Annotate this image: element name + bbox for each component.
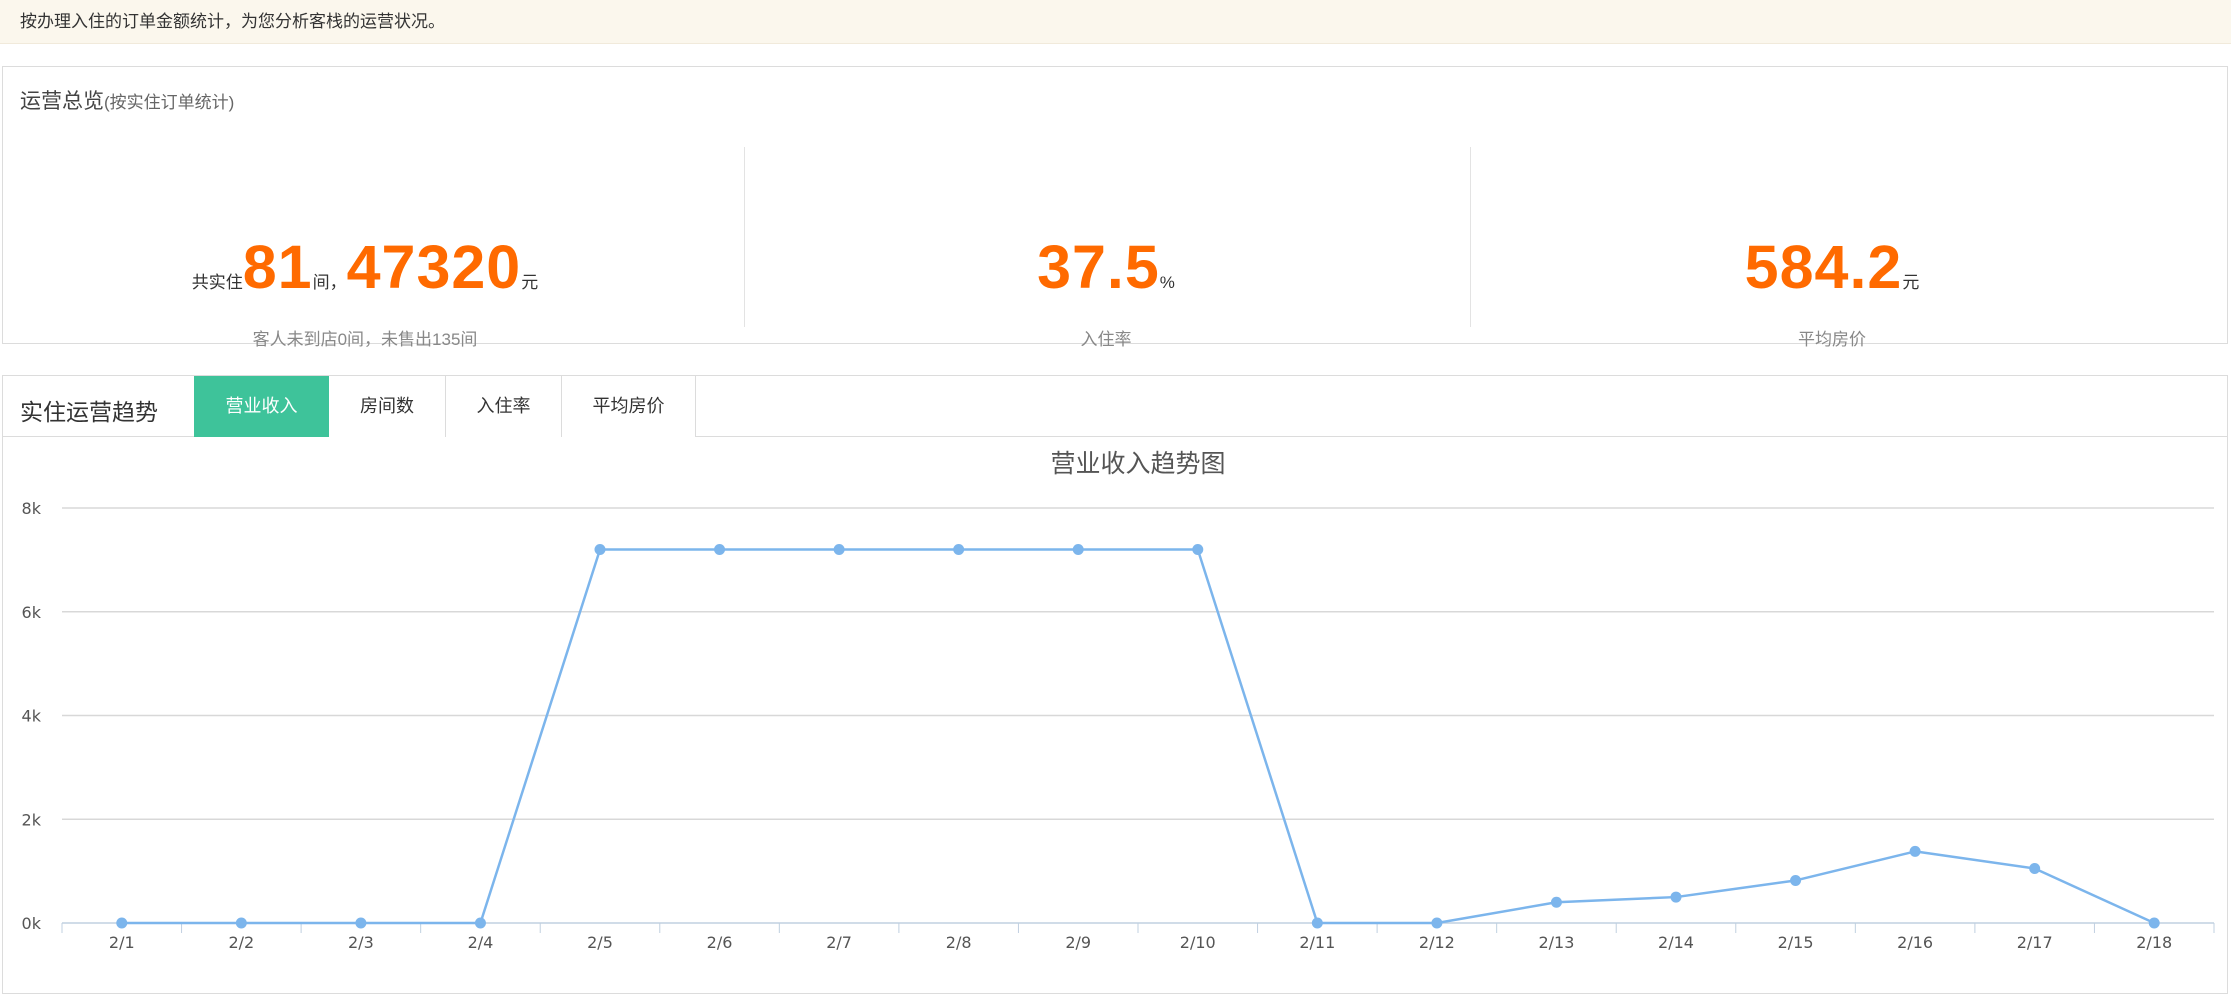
stat-occupied-caption: 客人未到店0间，未售出135间 [252, 330, 478, 349]
trend-panel: 实住运营趋势 营业收入 房间数 入住率 平均房价 营业收入趋势图 0k 2k 4k 6k… [2, 375, 2228, 994]
x-tick-label: 2/4 [468, 933, 494, 952]
y-tick-label: 2k [22, 810, 42, 829]
data-point [953, 544, 965, 555]
y-tick-label: 6k [22, 603, 42, 622]
stat-occupied-rooms-value: 81 [242, 233, 313, 301]
data-point [1670, 891, 1682, 903]
stat-occupancy-main: 37.5% [744, 232, 1468, 302]
x-tick-label: 2/1 [109, 933, 135, 952]
data-point [833, 544, 845, 555]
data-point [714, 544, 726, 555]
x-tick-label: 2/7 [826, 933, 852, 952]
x-tick-label: 2/16 [1897, 933, 1933, 952]
stat-average-caption: 平均房价 [1798, 330, 1866, 349]
stat-occupied-rooms: 共实住81间，47320元 客人未到店0间，未售出135间 [3, 147, 727, 349]
stat-occupied-prefix: 共实住 [191, 273, 243, 292]
x-tick-label: 2/13 [1538, 933, 1574, 952]
data-point [116, 917, 128, 929]
x-tick-label: 2/9 [1065, 933, 1091, 952]
x-tick-label: 2/10 [1180, 933, 1216, 952]
stat-occupancy-value: 37.5 [1037, 233, 1160, 301]
revenue-trend-chart: 营业收入趋势图 0k 2k 4k 6k 8k 2/1 2/2 2/3 2/4 2/5 2/6 2/7 2/… [22, 449, 2215, 952]
x-tick-label: 2/3 [348, 933, 374, 952]
x-tick-label: 2/8 [946, 933, 972, 952]
stat-average-price: 584.2元 平均房价 [1470, 147, 2194, 349]
overview-subtitle: (按实住订单统计) [104, 93, 235, 112]
stat-average-main: 584.2元 [1470, 232, 2194, 302]
stat-average-value: 584.2 [1744, 233, 1903, 301]
stat-occupancy-unit: % [1159, 273, 1175, 292]
notice-text: 按办理入住的订单金额统计，为您分析客栈的运营状况。 [20, 12, 445, 31]
series-line [121, 548, 2155, 925]
x-tick-label: 2/5 [587, 933, 613, 952]
x-tick-label: 2/17 [2017, 933, 2053, 952]
data-point [2148, 917, 2160, 929]
data-point [1311, 917, 1323, 929]
data-point [1192, 544, 1204, 555]
x-tick-label: 2/6 [707, 933, 733, 952]
data-point [1550, 896, 1562, 908]
chart-title: 营业收入趋势图 [1050, 449, 1225, 478]
data-point [1072, 544, 1084, 555]
data-point [1909, 845, 1921, 857]
data-point [1790, 874, 1802, 886]
overview-title: 运营总览(按实住订单统计) [20, 85, 234, 115]
y-tick-label: 0k [22, 914, 42, 933]
overview-panel: 运营总览(按实住订单统计) 共实住81间，47320元 客人未到店0间，未售出1… [2, 66, 2228, 349]
x-tick-label: 2/12 [1419, 933, 1455, 952]
overview-title-text: 运营总览 [20, 90, 104, 113]
stat-occupancy-caption: 入住率 [1080, 330, 1132, 349]
x-tick-label: 2/15 [1778, 933, 1814, 952]
x-tick-label: 2/14 [1658, 933, 1694, 952]
stat-average-unit: 元 [1902, 273, 1920, 292]
stat-occupied-rooms-unit: 间， [312, 273, 347, 292]
data-point [1431, 917, 1443, 929]
data-point [235, 917, 247, 929]
y-tick-label: 4k [22, 707, 42, 726]
notice-bar: 按办理入住的订单金额统计，为您分析客栈的运营状况。 [0, 0, 2231, 44]
x-tick-label: 2/11 [1299, 933, 1335, 952]
stat-occupancy-rate: 37.5% 入住率 [744, 147, 1468, 349]
data-point [474, 917, 486, 929]
stat-revenue-value: 47320 [346, 233, 522, 301]
stat-revenue-unit: 元 [521, 273, 539, 292]
x-tick-label: 2/2 [228, 933, 254, 952]
data-point [594, 544, 606, 555]
x-tick-label: 2/18 [2136, 933, 2172, 952]
stat-occupied-main: 共实住81间，47320元 [3, 232, 727, 302]
data-point [355, 917, 367, 929]
y-tick-label: 8k [22, 499, 42, 518]
data-point [2029, 863, 2041, 875]
